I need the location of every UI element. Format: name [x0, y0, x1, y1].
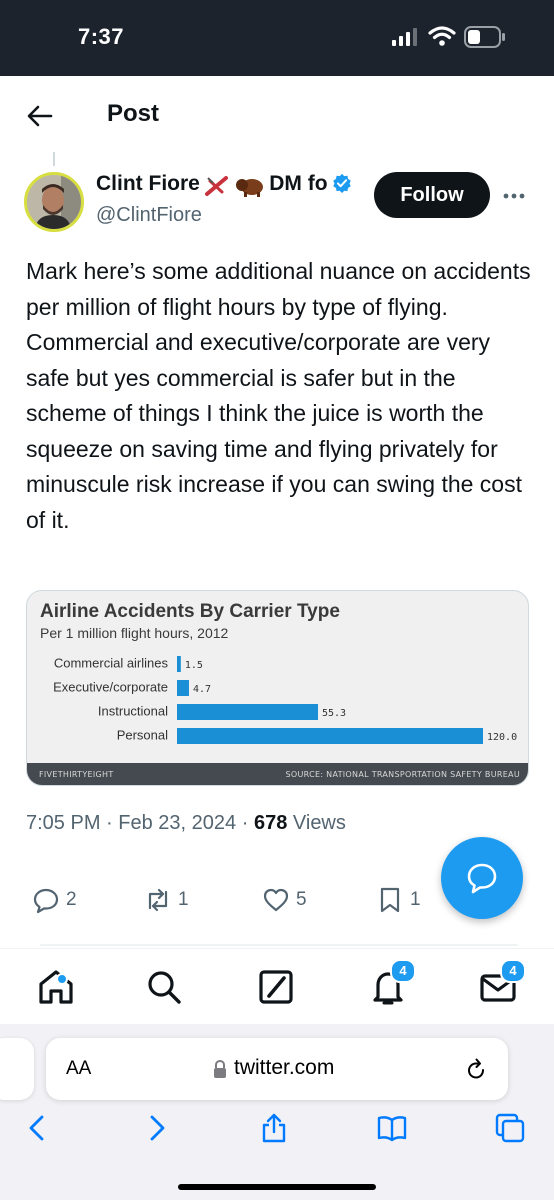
chart-title: Airline Accidents By Carrier Type: [40, 601, 340, 622]
chart-subtitle: Per 1 million flight hours, 2012: [40, 625, 229, 641]
post-meta: 7:05 PM · Feb 23, 2024 · 678 Views: [26, 812, 346, 835]
chart-value-label: 1.5: [185, 660, 203, 671]
chart-category-label: Executive/corporate: [53, 679, 168, 694]
tabs-overview-icon[interactable]: [494, 1112, 526, 1144]
reader-options-button[interactable]: AA: [66, 1058, 91, 1080]
like-count: 5: [296, 889, 307, 910]
chart-bar: [177, 656, 181, 672]
chart-value-label: 4.7: [193, 684, 211, 695]
bison-emoji-icon: [235, 178, 263, 197]
post-image-chart[interactable]: Airline Accidents By Carrier Type Per 1 …: [26, 590, 529, 786]
browser-back-icon[interactable]: [22, 1112, 54, 1144]
home-new-dot: [56, 973, 68, 985]
status-bar: 7:37: [0, 0, 554, 76]
author-name: Clint Fiore: [96, 172, 200, 195]
post-header: Post: [0, 76, 554, 154]
chart-category-label: Personal: [117, 727, 168, 742]
search-icon: [148, 971, 181, 1004]
like-button[interactable]: 5: [262, 884, 307, 916]
bookmark-button[interactable]: 1: [376, 884, 421, 916]
repost-button[interactable]: 1: [144, 884, 189, 916]
reply-button[interactable]: 2: [32, 884, 77, 916]
post-text: Mark here’s some additional nuance on ac…: [26, 258, 531, 533]
tab-messages[interactable]: 4: [478, 959, 526, 1007]
chat-bubble-icon: [467, 863, 497, 894]
home-indicator: [178, 1184, 376, 1190]
thread-line: [53, 152, 55, 166]
wifi-icon: [428, 26, 456, 46]
chart-source: SOURCE: NATIONAL TRANSPORTATION SAFETY B…: [285, 770, 520, 779]
compose-reply-fab[interactable]: [441, 837, 523, 919]
chart-category-label: Instructional: [98, 703, 168, 718]
views-label: Views: [292, 812, 346, 834]
avatar-photo: [27, 175, 81, 229]
author-name-row[interactable]: Clint Fiore DM fo: [96, 172, 356, 200]
grok-icon: [259, 970, 293, 1004]
browser-chrome: AA twitter.com: [0, 1024, 554, 1200]
chart-category-label: Commercial airlines: [54, 655, 169, 670]
page-title: Post: [107, 100, 160, 127]
tab-search[interactable]: [144, 967, 184, 1007]
airplane-emoji-icon: [205, 175, 229, 196]
previous-tab-stub[interactable]: [0, 1038, 34, 1100]
chart-footer-logo: FIVETHIRTYEIGHT: [39, 770, 114, 779]
heart-icon: [263, 888, 289, 912]
chart-bars: Commercial airlines 1.5 Executive/corporat…: [53, 655, 517, 744]
meta-separator: ·: [106, 812, 113, 834]
cellular-signal-icon: [392, 28, 417, 46]
chart-bar: [177, 704, 319, 720]
share-icon[interactable]: [258, 1112, 290, 1144]
chart-bar: [177, 680, 189, 696]
url-text[interactable]: twitter.com: [234, 1056, 334, 1080]
reply-count: 2: [66, 889, 77, 910]
tab-notifications[interactable]: 4: [368, 959, 416, 1007]
chart-value-label: 55.3: [322, 708, 346, 719]
address-bar[interactable]: AA twitter.com: [46, 1038, 508, 1100]
bottom-nav: 4 4: [0, 948, 554, 1024]
status-time: 7:37: [78, 24, 125, 49]
browser-forward-icon[interactable]: [140, 1112, 172, 1144]
notifications-badge: 4: [390, 959, 416, 983]
author-handle[interactable]: @ClintFiore: [96, 204, 202, 227]
reply-divider: [40, 944, 518, 946]
tab-grok[interactable]: [256, 967, 296, 1007]
more-options-icon[interactable]: [502, 192, 526, 200]
repost-count: 1: [178, 889, 189, 910]
author-name-suffix: DM fo: [269, 172, 328, 195]
reload-icon[interactable]: [464, 1056, 488, 1082]
verified-badge-icon: [333, 173, 351, 193]
post-time: 7:05 PM: [26, 812, 101, 834]
lock-icon: [214, 1059, 226, 1078]
chart-footer: FIVETHIRTYEIGHT SOURCE: NATIONAL TRANSPO…: [27, 763, 528, 785]
reply-icon: [33, 888, 59, 914]
battery-icon: [464, 26, 505, 48]
follow-button[interactable]: Follow: [374, 172, 490, 218]
chart-bar: [177, 728, 483, 744]
back-arrow-icon[interactable]: [26, 102, 54, 130]
messages-badge: 4: [500, 959, 526, 983]
tab-home[interactable]: [36, 967, 76, 1007]
bookmark-icon: [380, 887, 400, 913]
avatar[interactable]: [24, 172, 84, 232]
bookmark-count: 1: [410, 889, 421, 910]
bookmarks-book-icon[interactable]: [376, 1112, 408, 1144]
home-icon: [39, 970, 73, 1004]
meta-separator-2: ·: [241, 812, 249, 834]
chart-value-label: 120.0: [487, 732, 517, 743]
views-count: 678: [253, 812, 288, 834]
repost-icon: [148, 888, 168, 912]
post-date: Feb 23, 2024: [118, 812, 237, 834]
